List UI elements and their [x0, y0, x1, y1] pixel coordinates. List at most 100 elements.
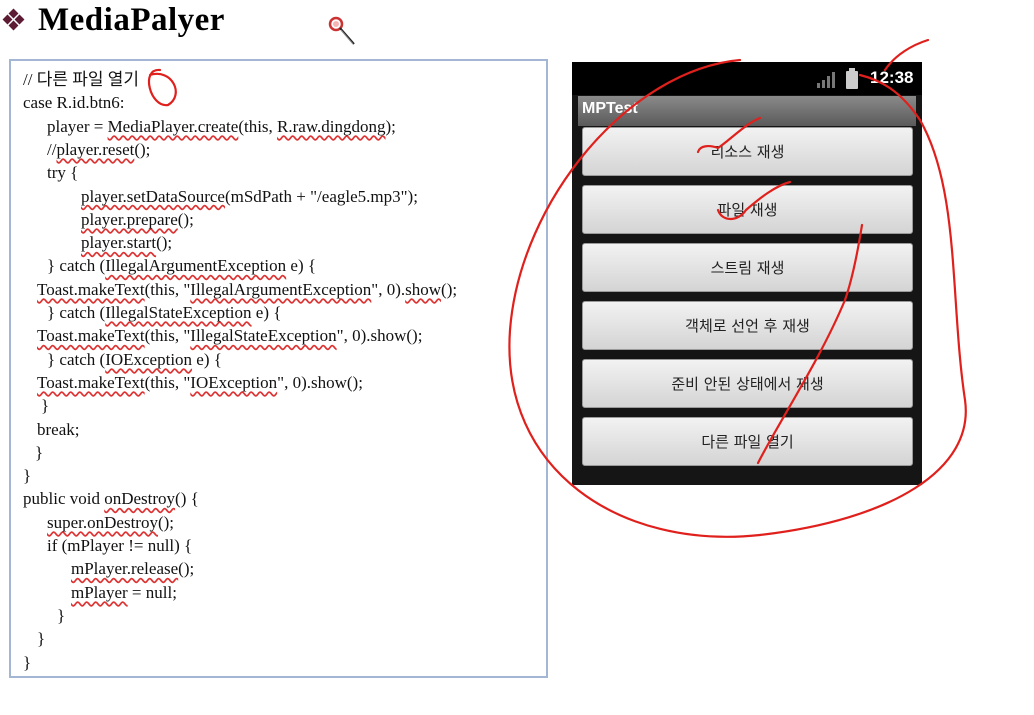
- code-token: ", 0).show();: [277, 372, 363, 392]
- spellcheck-underlined-token: onDestroy: [104, 489, 176, 509]
- spellcheck-underlined-token: mPlayer.release: [71, 559, 179, 579]
- code-token: }: [35, 442, 44, 462]
- code-token: ();: [156, 233, 173, 253]
- code-token: );: [385, 116, 396, 136]
- diamond-bullet-icon: [2, 8, 25, 31]
- code-line: mPlayer = null;: [71, 582, 177, 604]
- code-line: } catch (IllegalArgumentException e) {: [47, 255, 316, 277]
- code-line: super.onDestroy();: [47, 512, 174, 534]
- code-token: e) {: [192, 349, 222, 369]
- code-token: (this,: [238, 116, 278, 136]
- code-token: } catch (: [47, 256, 106, 276]
- code-token: break;: [37, 419, 80, 439]
- code-token: if (mPlayer != null) {: [47, 536, 193, 555]
- spellcheck-underlined-token: super.onDestroy: [47, 512, 158, 532]
- play-unprepared-button[interactable]: 준비 안된 상태에서 재생: [582, 359, 913, 408]
- code-token: ();: [441, 279, 458, 299]
- code-token: ();: [134, 139, 151, 159]
- code-token: }: [41, 396, 50, 416]
- emulator-screen: 12:38 MPTest 리소스 재생 파일 재생 스트림 재생 객체로 선언 …: [572, 62, 922, 485]
- code-token: ", 0).show();: [336, 326, 423, 346]
- code-line: //player.reset();: [47, 139, 150, 161]
- spellcheck-underlined-token: Toast.makeText: [37, 372, 145, 392]
- magnifier-cursor-icon: [328, 16, 355, 45]
- code-line: Toast.makeText(this, "IllegalStateExcept…: [37, 325, 422, 347]
- code-line: }: [23, 652, 31, 674]
- code-line: }: [41, 395, 49, 417]
- spellcheck-underlined-token: IOException: [190, 372, 278, 392]
- open-other-file-button[interactable]: 다른 파일 열기: [582, 417, 913, 466]
- code-line: Toast.makeText(this, "IOException", 0).s…: [37, 372, 363, 394]
- code-token: }: [23, 652, 32, 672]
- code-token: // 다른 파일 열기: [23, 70, 140, 89]
- code-line: player = MediaPlayer.create(this, R.raw.…: [47, 116, 396, 138]
- code-token: e) {: [251, 303, 282, 322]
- code-line: }: [37, 628, 45, 650]
- code-token: (this, ": [144, 326, 191, 346]
- spellcheck-underlined-token: IllegalStateException: [105, 303, 252, 322]
- code-line: player.prepare();: [81, 209, 194, 231]
- code-line: Toast.makeText(this, "IllegalArgumentExc…: [37, 279, 457, 301]
- code-line: break;: [37, 419, 79, 441]
- play-resource-button[interactable]: 리소스 재생: [582, 127, 913, 176]
- code-token: } catch (: [47, 349, 106, 369]
- code-line: player.setDataSource(mSdPath + "/eagle5.…: [81, 186, 418, 208]
- code-line: mPlayer.release();: [71, 558, 194, 580]
- spellcheck-underlined-token: MediaPlayer.create: [107, 116, 239, 136]
- code-line: if (mPlayer != null) {: [47, 535, 192, 557]
- status-clock: 12:38: [870, 68, 914, 87]
- slide-header: MediaPalyer: [2, 0, 225, 40]
- play-declared-object-button[interactable]: 객체로 선언 후 재생: [582, 301, 913, 350]
- code-line: } catch (IllegalStateException e) {: [47, 302, 281, 324]
- signal-icon: [817, 72, 835, 88]
- code-token: }: [37, 629, 46, 649]
- spellcheck-underlined-token: player.prepare: [81, 209, 178, 229]
- play-file-button[interactable]: 파일 재생: [582, 185, 913, 234]
- app-title: MPTest: [582, 100, 638, 117]
- battery-icon: [846, 68, 858, 89]
- code-token: try {: [47, 163, 79, 183]
- code-token: ();: [178, 559, 195, 579]
- spellcheck-underlined-token: IllegalArgumentException: [190, 279, 372, 299]
- spellcheck-underlined-token: IllegalStateException: [190, 326, 337, 346]
- app-title-bar: MPTest: [578, 96, 916, 126]
- spellcheck-underlined-token: player.start: [81, 233, 157, 253]
- spellcheck-underlined-token: player.reset: [56, 139, 135, 159]
- code-token: player =: [47, 116, 108, 136]
- status-bar: 12:38: [572, 62, 922, 95]
- code-token: (mSdPath + "/eagle5.mp3");: [224, 186, 418, 206]
- code-line: }: [35, 442, 43, 464]
- code-token: case R.id.btn6:: [23, 93, 125, 113]
- code-line: public void onDestroy() {: [23, 488, 199, 510]
- code-token: } catch (: [47, 303, 106, 322]
- code-token: ", 0).: [371, 279, 406, 299]
- code-token: public void: [23, 489, 105, 509]
- code-token: e) {: [286, 256, 317, 276]
- code-line: case R.id.btn6:: [23, 92, 125, 114]
- code-token: }: [23, 466, 32, 486]
- spellcheck-underlined-token: IllegalArgumentException: [105, 256, 287, 276]
- code-token: ();: [177, 209, 194, 229]
- code-line: }: [23, 465, 31, 487]
- spellcheck-underlined-token: player.setDataSource: [81, 186, 225, 206]
- slide-title: MediaPalyer: [38, 1, 225, 38]
- code-token: ();: [157, 512, 175, 532]
- code-token: () {: [175, 489, 199, 509]
- code-token: (this, ": [144, 372, 191, 392]
- code-panel: // 다른 파일 열기 case R.id.btn6: player = Media…: [9, 59, 548, 678]
- spellcheck-underlined-token: Toast.makeText: [37, 279, 145, 299]
- code-token: (this, ": [144, 279, 191, 299]
- spellcheck-underlined-token: R.raw.dingdong: [277, 116, 386, 136]
- code-line: try {: [47, 162, 78, 184]
- spellcheck-underlined-token: IOException: [105, 349, 193, 369]
- spellcheck-underlined-token: mPlayer: [71, 582, 128, 602]
- spellcheck-underlined-token: Toast.makeText: [37, 326, 145, 346]
- spellcheck-underlined-token: show: [405, 279, 442, 299]
- code-line: player.start();: [81, 232, 172, 254]
- code-line: }: [57, 605, 65, 627]
- code-token: }: [57, 605, 66, 625]
- code-line: } catch (IOException e) {: [47, 349, 222, 371]
- code-token: = null;: [127, 582, 177, 602]
- play-stream-button[interactable]: 스트림 재생: [582, 243, 913, 292]
- code-line: // 다른 파일 열기: [23, 69, 139, 91]
